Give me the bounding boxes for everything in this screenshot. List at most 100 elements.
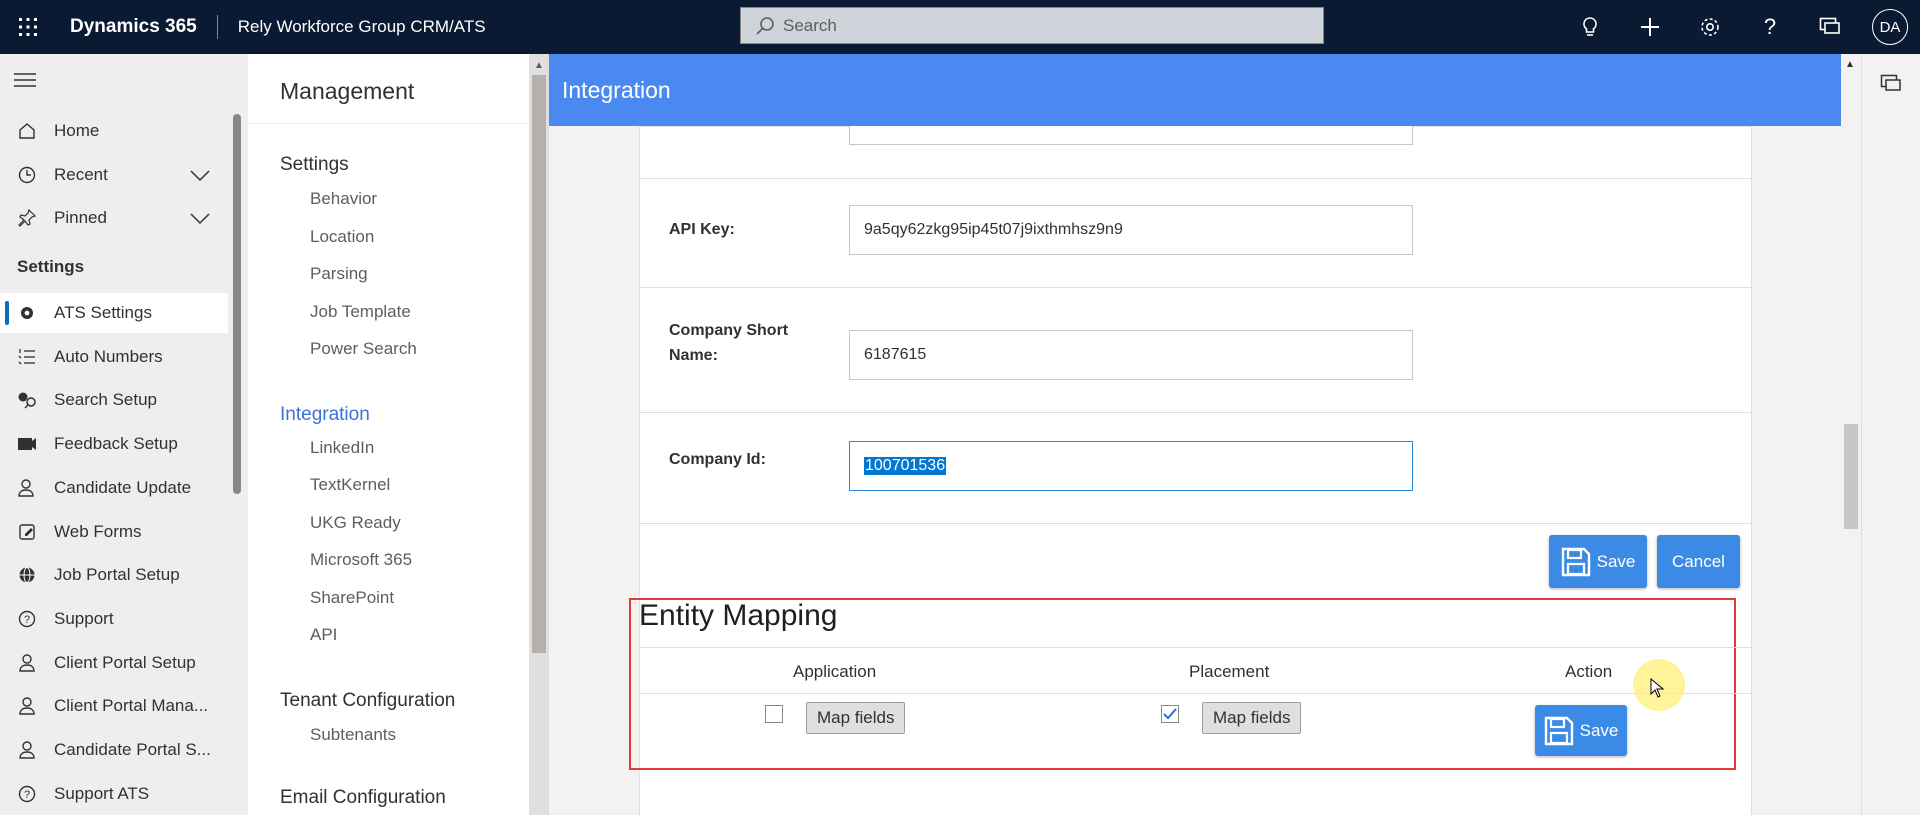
row-divider xyxy=(639,693,1752,694)
nav-candidate-portal-setup[interactable]: Candidate Portal S... xyxy=(0,730,228,770)
section-tenant-configuration[interactable]: Tenant Configuration xyxy=(280,690,455,712)
app-name[interactable]: Rely Workforce Group CRM/ATS xyxy=(238,17,486,37)
nav-pinned[interactable]: Pinned xyxy=(0,198,228,238)
gear-icon[interactable] xyxy=(1680,0,1740,54)
nav-label: Home xyxy=(54,121,100,140)
chat-icon[interactable] xyxy=(1880,74,1902,99)
nav-job-portal-setup[interactable]: Job Portal Setup xyxy=(0,555,228,595)
entity-save-button[interactable]: Save xyxy=(1535,705,1627,756)
row-divider xyxy=(640,287,1751,288)
integration-header-title: Integration xyxy=(562,76,671,103)
nav-auto-numbers[interactable]: Auto Numbers xyxy=(0,337,228,377)
row-divider xyxy=(640,178,1751,179)
left-navigation: Home Recent Pinned Settings ATS Settings… xyxy=(0,54,248,815)
save-label: Save xyxy=(1596,551,1636,571)
link-location[interactable]: Location xyxy=(310,227,374,247)
search-icon xyxy=(756,16,774,35)
application-checkbox[interactable] xyxy=(765,705,783,723)
nav-section-settings: Settings xyxy=(17,257,85,276)
nav-label: Feedback Setup xyxy=(54,434,178,453)
column-header-placement: Placement xyxy=(1189,662,1270,681)
chat-icon[interactable] xyxy=(1800,0,1860,54)
company-id-selected-text: 100701536 xyxy=(864,457,947,475)
company-id-input[interactable]: 100701536 xyxy=(849,441,1413,491)
person-icon xyxy=(14,654,40,672)
placement-checkbox[interactable] xyxy=(1161,705,1179,723)
management-panel: Management Settings Behavior Location Pa… xyxy=(248,54,529,815)
link-subtenants[interactable]: Subtenants xyxy=(310,725,396,745)
link-ukg-ready[interactable]: UKG Ready xyxy=(310,513,401,533)
avatar[interactable]: DA xyxy=(1872,9,1908,45)
link-behavior[interactable]: Behavior xyxy=(310,189,377,209)
nav-recent[interactable]: Recent xyxy=(0,155,228,195)
lightbulb-icon[interactable] xyxy=(1560,0,1620,54)
row-divider xyxy=(640,412,1751,413)
gear-icon xyxy=(14,304,40,322)
floppy-disk-icon xyxy=(1561,547,1590,576)
chevron-down-icon[interactable] xyxy=(190,210,210,230)
nav-client-portal-management[interactable]: Client Portal Mana... xyxy=(0,686,228,726)
section-settings[interactable]: Settings xyxy=(280,154,349,176)
feedback-icon xyxy=(14,435,40,453)
link-api[interactable]: API xyxy=(310,625,337,645)
company-short-name-input[interactable]: 6187615 xyxy=(849,330,1413,380)
application-map-fields-button[interactable]: Map fields xyxy=(806,702,906,734)
nav-label: Job Portal Setup xyxy=(54,565,180,584)
nav-label: Auto Numbers xyxy=(54,347,163,366)
nav-support[interactable]: ? Support xyxy=(0,599,228,639)
link-linkedin[interactable]: LinkedIn xyxy=(310,438,374,458)
hamburger-menu-icon[interactable] xyxy=(14,72,36,93)
link-microsoft-365[interactable]: Microsoft 365 xyxy=(310,550,412,570)
chevron-down-icon[interactable] xyxy=(190,167,210,187)
nav-candidate-update[interactable]: Candidate Update xyxy=(0,468,228,508)
help-icon: ? xyxy=(14,785,40,803)
app-launcher-icon[interactable] xyxy=(0,0,56,54)
help-icon[interactable]: ? xyxy=(1740,0,1800,54)
management-scrollbar-thumb[interactable] xyxy=(532,75,546,653)
section-email-configuration[interactable]: Email Configuration xyxy=(280,787,446,809)
nav-label: Candidate Update xyxy=(54,478,192,497)
plus-icon[interactable] xyxy=(1620,0,1680,54)
people-icon xyxy=(14,479,40,497)
floppy-disk-icon xyxy=(1544,716,1573,745)
person-icon xyxy=(14,741,40,759)
nav-label: Recent xyxy=(54,165,108,184)
brand-title[interactable]: Dynamics 365 xyxy=(70,16,197,38)
link-power-search[interactable]: Power Search xyxy=(310,339,417,359)
nav-label: Support ATS xyxy=(54,784,150,803)
mouse-pointer-icon xyxy=(1650,678,1664,698)
scroll-up-arrow-icon[interactable]: ▲ xyxy=(534,60,544,71)
section-integration[interactable]: Integration xyxy=(280,404,370,426)
home-icon xyxy=(14,122,40,140)
cancel-button[interactable]: Cancel xyxy=(1657,535,1740,588)
company-short-name-label-line2: Name: xyxy=(669,347,718,364)
link-textkernel[interactable]: TextKernel xyxy=(310,475,390,495)
save-label: Save xyxy=(1579,720,1619,740)
api-key-input[interactable]: 9a5qy62zkg95ip45t07j9ixthmhsz9n9 xyxy=(849,205,1413,255)
top-bar: Dynamics 365 Rely Workforce Group CRM/AT… xyxy=(0,0,1920,54)
search-input[interactable]: Search xyxy=(740,7,1324,44)
search-placeholder: Search xyxy=(783,15,837,35)
placement-map-fields-button[interactable]: Map fields xyxy=(1202,702,1302,734)
save-button[interactable]: Save xyxy=(1549,535,1647,588)
nav-home[interactable]: Home xyxy=(0,111,228,151)
left-nav-scrollbar[interactable] xyxy=(233,114,241,494)
clock-icon xyxy=(14,166,40,184)
nav-client-portal-setup[interactable]: Client Portal Setup xyxy=(0,643,228,683)
nav-support-ats[interactable]: ? Support ATS xyxy=(0,774,228,814)
nav-feedback-setup[interactable]: Feedback Setup xyxy=(0,424,228,464)
row-divider xyxy=(639,647,1752,648)
link-job-template[interactable]: Job Template xyxy=(310,302,411,322)
company-short-name-label-line1: Company Short xyxy=(669,322,789,339)
link-sharepoint[interactable]: SharePoint xyxy=(310,588,394,608)
management-title: Management xyxy=(280,78,415,104)
nav-web-forms[interactable]: Web Forms xyxy=(0,512,228,552)
link-parsing[interactable]: Parsing xyxy=(310,264,368,284)
nav-label: Candidate Portal S... xyxy=(54,740,211,759)
forms-icon xyxy=(14,523,40,541)
svg-text:?: ? xyxy=(24,614,30,626)
nav-ats-settings[interactable]: ATS Settings xyxy=(0,293,228,333)
main-scrollbar-thumb[interactable] xyxy=(1844,424,1858,529)
nav-search-setup[interactable]: Search Setup xyxy=(0,380,228,420)
scroll-up-arrow-icon[interactable]: ▲ xyxy=(1845,59,1855,70)
